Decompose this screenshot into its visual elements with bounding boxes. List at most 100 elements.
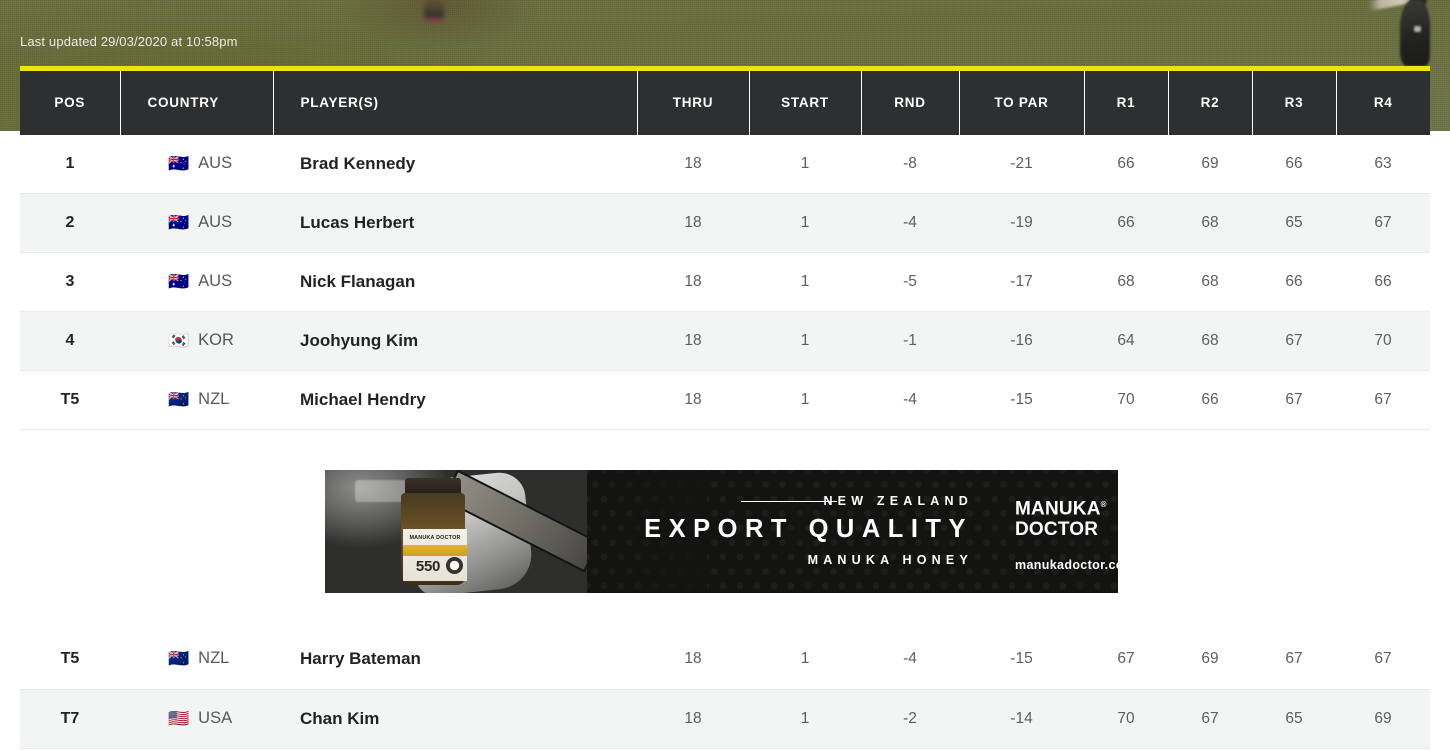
cell-to-par: -14: [959, 689, 1084, 749]
cell-position: T5: [20, 630, 120, 690]
cell-position: 3: [20, 252, 120, 312]
column-header-start[interactable]: START: [748, 66, 861, 135]
column-header-rnd[interactable]: RND: [860, 66, 959, 135]
country-flag-icon: 🇦🇺: [168, 153, 190, 173]
country-code: NZL: [198, 390, 230, 408]
cell-r1: 66: [1084, 193, 1168, 253]
cell-r1: 70: [1084, 370, 1168, 430]
cell-thru: 18: [637, 252, 749, 312]
cell-round-score: -4: [861, 193, 959, 253]
table-row[interactable]: 3 🇦🇺 AUS Nick Flanagan 18 1 -5 -17 68 68 66 66: [20, 252, 1430, 312]
cell-r2: 68: [1168, 252, 1252, 312]
country-flag-icon: 🇰🇷: [168, 331, 190, 350]
cell-thru: 18: [637, 370, 749, 430]
cell-country: 🇺🇸 USA: [120, 689, 273, 749]
last-updated-text: Last updated 29/03/2020 at 10:58pm: [20, 34, 238, 49]
advert-brand-line2: DOCTOR: [1015, 519, 1099, 541]
advert-band: MANUKA DOCTOR 550 NEW ZEALAND EXPORT QUA…: [0, 430, 1450, 630]
leaderboard-body-top: 1 🇦🇺 AUS Brad Kennedy 18 1 -8 -21 66 69 66 63 2 🇦🇺 AUS…: [20, 134, 1430, 430]
cell-position: 1: [20, 134, 120, 194]
column-header-r4[interactable]: R4: [1335, 66, 1430, 135]
jar-body: MANUKA DOCTOR 550: [401, 493, 467, 585]
country-flag-icon: 🇺🇸: [168, 708, 190, 728]
cell-r2: 67: [1168, 689, 1252, 749]
country-flag-icon: 🇳🇿: [168, 390, 190, 409]
cell-player-name: Michael Hendry: [273, 370, 637, 430]
cell-thru: 18: [637, 193, 749, 253]
column-header-pos[interactable]: POS: [20, 66, 120, 135]
cell-player-name: Chan Kim: [273, 689, 637, 749]
advert-line-export-quality: EXPORT QUALITY: [644, 515, 973, 543]
cell-r4: 67: [1336, 630, 1430, 690]
cell-r3: 67: [1252, 311, 1336, 371]
cell-r2: 68: [1168, 193, 1252, 253]
table-row[interactable]: T7 🇺🇸 USA Chan Kim 18 1 -2 -14 70 67 65 69: [20, 689, 1430, 749]
column-header-r2[interactable]: R2: [1167, 66, 1252, 135]
country-flag-icon: 🇳🇿: [168, 649, 190, 669]
jar-grade-text: 550: [415, 558, 441, 575]
country-flag-icon: 🇦🇺: [168, 213, 190, 232]
cell-to-par: -19: [959, 193, 1084, 253]
leaderboard-body-bottom: T5 🇳🇿 NZL Harry Bateman 18 1 -4 -15 67 69 67 67 T7 🇺🇸…: [20, 630, 1430, 749]
cell-r4: 69: [1336, 689, 1430, 749]
advert-website-url[interactable]: manukadoctor.co.nz: [1015, 558, 1118, 572]
cell-to-par: -15: [959, 630, 1084, 690]
distant-golfer-figure: [424, 0, 444, 22]
cell-r2: 69: [1168, 134, 1252, 194]
column-header-thru[interactable]: THRU: [636, 66, 749, 135]
cell-player-name: Nick Flanagan: [273, 252, 637, 312]
advert-brand-line1: MANUKA®: [1015, 498, 1107, 520]
cell-player-name: Lucas Herbert: [273, 193, 637, 253]
cell-r3: 67: [1252, 370, 1336, 430]
manuka-doctor-advert[interactable]: MANUKA DOCTOR 550 NEW ZEALAND EXPORT QUA…: [325, 470, 1118, 593]
cell-to-par: -15: [959, 370, 1084, 430]
cell-to-par: -21: [959, 134, 1084, 194]
cell-player-name: Brad Kennedy: [273, 134, 637, 194]
cell-thru: 18: [637, 689, 749, 749]
cell-r1: 67: [1084, 630, 1168, 690]
cell-start: 1: [749, 630, 861, 690]
column-header-topar[interactable]: TO PAR: [958, 66, 1084, 135]
country-code: KOR: [198, 331, 234, 349]
cell-start: 1: [749, 193, 861, 253]
cell-round-score: -5: [861, 252, 959, 312]
cell-country: 🇦🇺 AUS: [120, 252, 273, 312]
cell-thru: 18: [637, 311, 749, 371]
table-row[interactable]: 2 🇦🇺 AUS Lucas Herbert 18 1 -4 -19 66 68 65 67: [20, 193, 1430, 253]
cell-start: 1: [749, 134, 861, 194]
cell-country: 🇰🇷 KOR: [120, 311, 273, 371]
country-code: AUS: [198, 213, 233, 231]
cell-r1: 64: [1084, 311, 1168, 371]
golfer-torso: [1400, 0, 1430, 66]
cell-r4: 63: [1336, 134, 1430, 194]
cell-r2: 69: [1168, 630, 1252, 690]
jar-seal-icon: [446, 557, 463, 574]
cell-r2: 68: [1168, 311, 1252, 371]
country-code: USA: [198, 708, 233, 727]
cell-start: 1: [749, 689, 861, 749]
cell-r1: 66: [1084, 134, 1168, 194]
table-row[interactable]: 1 🇦🇺 AUS Brad Kennedy 18 1 -8 -21 66 69 66 63: [20, 134, 1430, 194]
column-header-country[interactable]: COUNTRY: [119, 66, 273, 135]
cell-country: 🇳🇿 NZL: [120, 370, 273, 430]
table-row[interactable]: 4 🇰🇷 KOR Joohyung Kim 18 1 -1 -16 64 68 67 70: [20, 311, 1430, 371]
cell-country: 🇳🇿 NZL: [120, 630, 273, 690]
advert-line-manuka-honey: MANUKA HONEY: [807, 553, 973, 567]
cell-round-score: -4: [861, 630, 959, 690]
golfer-shirt-logo: [1414, 26, 1421, 32]
country-code: AUS: [198, 153, 233, 172]
cell-thru: 18: [637, 134, 749, 194]
golfer-figure: [1367, 0, 1432, 66]
column-header-r1[interactable]: R1: [1083, 66, 1168, 135]
jar-gold-band: [403, 545, 467, 556]
cell-round-score: -1: [861, 311, 959, 371]
cell-r3: 66: [1252, 134, 1336, 194]
cell-to-par: -16: [959, 311, 1084, 371]
table-row[interactable]: T5 🇳🇿 NZL Michael Hendry 18 1 -4 -15 70 66 67 67: [20, 370, 1430, 430]
advert-copy: NEW ZEALAND EXPORT QUALITY MANUKA HONEY: [644, 470, 973, 593]
column-header-r3[interactable]: R3: [1251, 66, 1336, 135]
cell-round-score: -8: [861, 134, 959, 194]
table-row[interactable]: T5 🇳🇿 NZL Harry Bateman 18 1 -4 -15 67 69 67 67: [20, 630, 1430, 690]
column-header-player[interactable]: PLAYER(S): [272, 66, 637, 135]
cell-country: 🇦🇺 AUS: [120, 134, 273, 194]
